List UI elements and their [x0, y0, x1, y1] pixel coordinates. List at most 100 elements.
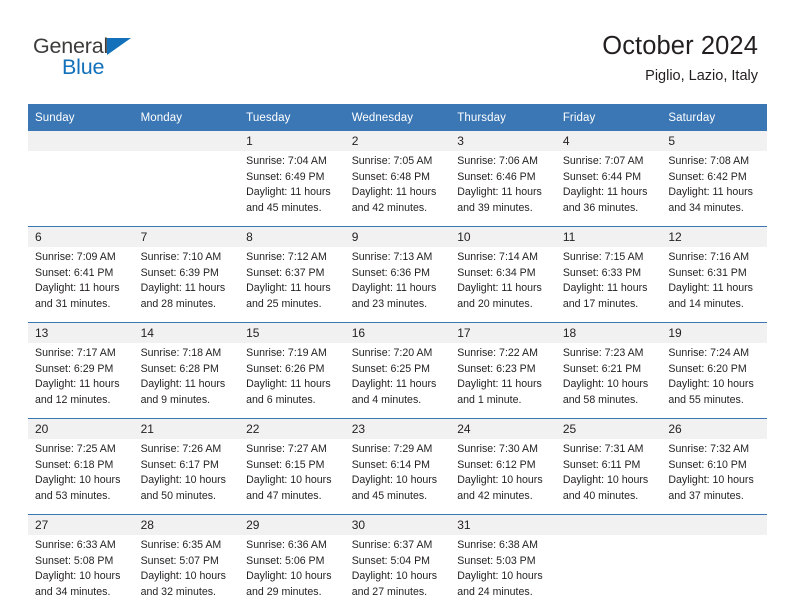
day-cell: Sunrise: 7:07 AM Sunset: 6:44 PM Dayligh…	[555, 151, 662, 227]
day-number	[28, 131, 134, 151]
sunset-text: Sunset: 6:21 PM	[562, 362, 642, 375]
sunrise-text: Sunrise: 7:16 AM	[668, 251, 750, 263]
day-cell: Sunrise: 7:20 AM Sunset: 6:25 PM Dayligh…	[344, 343, 451, 419]
sunset-text: Sunset: 6:39 PM	[140, 266, 219, 279]
day-number: 1	[239, 131, 345, 151]
sunrise-text: Sunrise: 7:06 AM	[457, 155, 538, 167]
daylight-text-line2: and 53 minutes.	[35, 489, 111, 502]
calendar-header-row: Sunday Monday Tuesday Wednesday Thursday…	[28, 104, 767, 131]
day-cell: Sunrise: 7:32 AM Sunset: 6:10 PM Dayligh…	[661, 439, 767, 515]
page-title: October 2024	[602, 32, 758, 60]
sunrise-text: Sunrise: 6:38 AM	[457, 539, 538, 551]
sunrise-text: Sunrise: 6:35 AM	[140, 539, 222, 551]
daylight-text-line2: and 6 minutes.	[246, 393, 316, 406]
day-number: 9	[344, 226, 451, 247]
day-cell: Sunrise: 7:30 AM Sunset: 6:12 PM Dayligh…	[450, 439, 556, 515]
page-subtitle: Piglio, Lazio, Italy	[645, 68, 758, 85]
day-cell: Sunrise: 7:14 AM Sunset: 6:34 PM Dayligh…	[450, 247, 556, 323]
day-cell: Sunrise: 7:13 AM Sunset: 6:36 PM Dayligh…	[344, 247, 451, 323]
sunrise-text: Sunrise: 7:19 AM	[246, 347, 327, 359]
daylight-text-line2: and 23 minutes.	[351, 297, 428, 310]
sunrise-text: Sunrise: 7:12 AM	[246, 251, 327, 263]
day-cell-empty	[555, 535, 662, 614]
weekday-header-friday: Friday	[555, 104, 662, 131]
daylight-text-line1: Daylight: 11 hours	[140, 282, 226, 295]
sunset-text: Sunset: 5:08 PM	[35, 554, 114, 567]
sunrise-text: Sunrise: 7:20 AM	[351, 347, 433, 359]
daylight-text-line1: Daylight: 11 hours	[562, 282, 648, 295]
sunrise-text: Sunrise: 6:33 AM	[35, 539, 116, 551]
sunrise-text: Sunrise: 7:07 AM	[562, 155, 644, 167]
day-number	[133, 131, 240, 151]
day-number: 23	[344, 418, 451, 439]
logo-text-blue: Blue	[62, 55, 105, 79]
daylight-text-line2: and 17 minutes.	[562, 297, 639, 310]
sunset-text: Sunset: 6:42 PM	[668, 170, 747, 183]
sunrise-text: Sunrise: 7:04 AM	[246, 155, 327, 167]
sunset-text: Sunset: 6:25 PM	[351, 362, 431, 375]
day-cell: Sunrise: 7:16 AM Sunset: 6:31 PM Dayligh…	[661, 247, 767, 323]
daylight-text-line2: and 37 minutes.	[668, 489, 744, 502]
sunrise-text: Sunrise: 7:09 AM	[35, 251, 116, 263]
sunset-text: Sunset: 6:33 PM	[562, 266, 642, 279]
daylight-text-line1: Daylight: 11 hours	[246, 186, 331, 199]
day-number	[661, 514, 767, 535]
daylight-text-line2: and 9 minutes.	[140, 393, 211, 406]
day-number: 19	[661, 322, 767, 343]
sunrise-text: Sunrise: 7:31 AM	[562, 443, 644, 455]
day-cell: Sunrise: 6:35 AM Sunset: 5:07 PM Dayligh…	[133, 535, 240, 614]
weekday-header-tuesday: Tuesday	[239, 104, 345, 131]
weekday-header-sunday: Sunday	[28, 104, 134, 131]
daylight-text-line2: and 1 minute.	[457, 393, 522, 406]
calendar-table: Sunday Monday Tuesday Wednesday Thursday…	[28, 104, 767, 614]
week-daynumbers: 1 2 3 4 5	[28, 131, 767, 151]
triangle-icon	[107, 38, 132, 55]
daylight-text-line1: Daylight: 11 hours	[457, 186, 542, 199]
daylight-text-line2: and 40 minutes.	[562, 489, 639, 502]
daylight-text-line1: Daylight: 11 hours	[668, 186, 753, 199]
sunrise-text: Sunrise: 7:17 AM	[35, 347, 116, 359]
daylight-text-line1: Daylight: 10 hours	[457, 474, 543, 487]
day-number: 24	[450, 418, 556, 439]
daylight-text-line1: Daylight: 11 hours	[35, 282, 120, 295]
day-cell: Sunrise: 7:12 AM Sunset: 6:37 PM Dayligh…	[239, 247, 345, 323]
sunset-text: Sunset: 6:36 PM	[351, 266, 431, 279]
daylight-text-line1: Daylight: 10 hours	[140, 474, 226, 487]
day-number: 30	[344, 514, 451, 535]
weekday-header-monday: Monday	[133, 104, 240, 131]
day-number: 17	[450, 322, 556, 343]
sunrise-text: Sunrise: 7:25 AM	[35, 443, 116, 455]
daylight-text-line2: and 50 minutes.	[140, 489, 216, 502]
daylight-text-line1: Daylight: 10 hours	[562, 474, 649, 487]
sunset-text: Sunset: 6:17 PM	[140, 458, 219, 471]
daylight-text-line2: and 29 minutes.	[246, 585, 322, 598]
daylight-text-line2: and 36 minutes.	[562, 201, 639, 214]
day-cell-empty	[661, 535, 767, 614]
sunset-text: Sunset: 6:10 PM	[668, 458, 747, 471]
daylight-text-line2: and 24 minutes.	[457, 585, 533, 598]
day-number: 3	[450, 131, 556, 151]
sunset-text: Sunset: 6:29 PM	[35, 362, 114, 375]
day-number: 26	[661, 418, 767, 439]
daylight-text-line2: and 28 minutes.	[140, 297, 216, 310]
daylight-text-line1: Daylight: 11 hours	[668, 282, 753, 295]
daylight-text-line1: Daylight: 10 hours	[562, 378, 649, 391]
calendar-body: 1 2 3 4 5 Sunrise: 7:04 AM Sunset: 6:49 …	[28, 131, 767, 614]
daylight-text-line2: and 14 minutes.	[668, 297, 744, 310]
day-cell: Sunrise: 7:19 AM Sunset: 6:26 PM Dayligh…	[239, 343, 345, 419]
sunset-text: Sunset: 6:48 PM	[351, 170, 431, 183]
title-block: October 2024 Piglio, Lazio, Italy	[602, 32, 758, 85]
sunrise-text: Sunrise: 7:26 AM	[140, 443, 222, 455]
day-cell: Sunrise: 6:33 AM Sunset: 5:08 PM Dayligh…	[28, 535, 134, 614]
daylight-text-line1: Daylight: 11 hours	[562, 186, 648, 199]
day-cell: Sunrise: 7:04 AM Sunset: 6:49 PM Dayligh…	[239, 151, 345, 227]
daylight-text-line1: Daylight: 11 hours	[35, 378, 120, 391]
daylight-text-line2: and 34 minutes.	[35, 585, 111, 598]
general-blue-logo: General Blue	[33, 35, 213, 86]
sunset-text: Sunset: 6:14 PM	[351, 458, 431, 471]
day-number: 6	[28, 226, 134, 247]
day-number: 11	[555, 226, 662, 247]
sunset-text: Sunset: 6:11 PM	[562, 458, 641, 471]
sunset-text: Sunset: 6:44 PM	[562, 170, 642, 183]
daylight-text-line2: and 39 minutes.	[457, 201, 533, 214]
